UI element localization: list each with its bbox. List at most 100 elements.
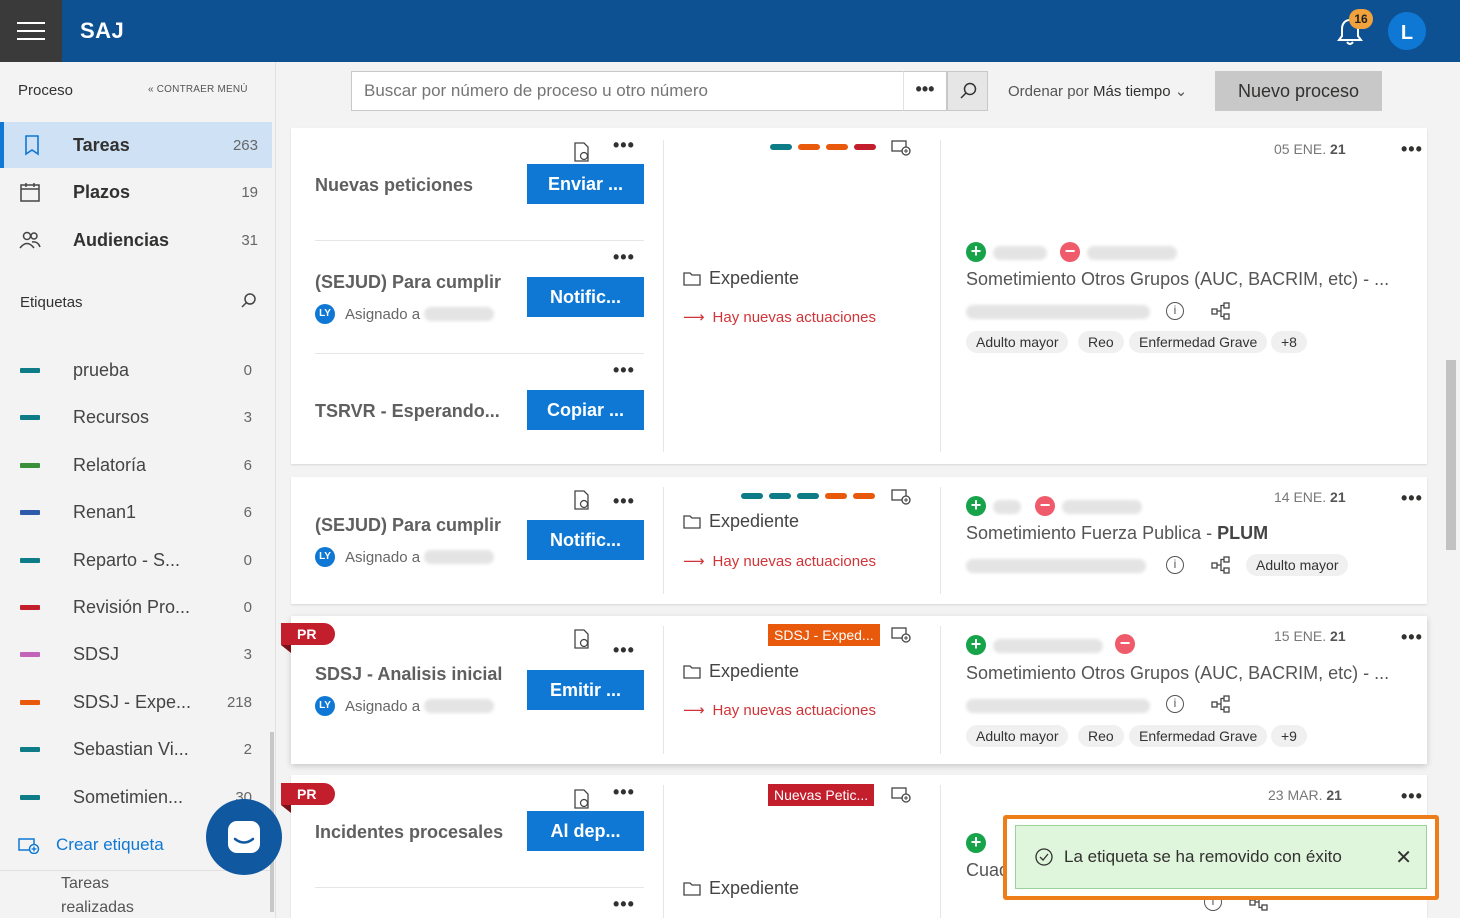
case-pill: Adulto mayor	[1246, 554, 1349, 576]
tag-color-mark	[826, 144, 848, 150]
info-icon[interactable]: i	[1166, 556, 1184, 574]
priority-flag: PR	[281, 623, 335, 653]
collapse-menu-button[interactable]: « CONTRAER MENÚ	[148, 84, 248, 95]
tag-item[interactable]: Relatoría 6	[0, 443, 272, 489]
tag-color-swatch	[20, 747, 40, 753]
user-avatar[interactable]: L	[1386, 10, 1428, 52]
hamburger-menu-button[interactable]	[0, 0, 62, 62]
remove-party-icon[interactable]: −	[1115, 634, 1135, 654]
task-title: (SEJUD) Para cumplir	[315, 272, 502, 292]
toast-message: La etiqueta se ha removido con éxito	[1064, 847, 1342, 866]
chat-button[interactable]	[206, 799, 282, 875]
case-subject: Sometimiento Fuerza Publica - PLUM	[966, 523, 1269, 543]
more-options-icon[interactable]: •••	[613, 136, 635, 154]
tag-item[interactable]: prueba 0	[0, 348, 272, 394]
nav-item-audiencias[interactable]: Audiencias 31	[0, 217, 272, 263]
people-icon	[19, 231, 41, 249]
add-tag-icon	[18, 838, 40, 854]
success-toast: La etiqueta se ha removido con éxito ✕	[1015, 825, 1427, 889]
task-action-button[interactable]: Notific...	[527, 277, 644, 317]
add-party-icon[interactable]: +	[966, 833, 986, 853]
remove-party-icon[interactable]: −	[1060, 242, 1080, 262]
task-action-button[interactable]: Enviar ...	[527, 164, 644, 204]
share-icon[interactable]	[1211, 301, 1231, 321]
more-options-icon[interactable]: •••	[1401, 628, 1423, 646]
expediente-link[interactable]: Expediente	[683, 661, 799, 682]
close-icon[interactable]: ✕	[1395, 845, 1412, 870]
new-actions-link[interactable]: ⟶ Hay nuevas actuaciones	[683, 701, 876, 720]
more-options-icon[interactable]: •••	[613, 783, 635, 801]
tag-item[interactable]: SDSJ 3	[0, 632, 272, 678]
tag-count: 0	[243, 362, 252, 379]
folder-icon	[683, 881, 701, 896]
case-tag-chip[interactable]: Nuevas Petic...	[768, 784, 875, 806]
case-pill: Adulto mayor	[966, 725, 1069, 747]
sort-dropdown[interactable]: Ordenar por Más tiempo ⌄	[1008, 82, 1187, 100]
search-button[interactable]	[947, 71, 988, 111]
search-input[interactable]	[351, 71, 903, 111]
more-options-icon[interactable]: •••	[613, 361, 635, 379]
assigned-to: LY Asignado a	[315, 304, 495, 324]
more-options-icon[interactable]: •••	[613, 895, 635, 913]
info-icon[interactable]: i	[1166, 695, 1184, 713]
task-title: SDSJ - Analisis inicial	[315, 664, 503, 684]
new-actions-link[interactable]: ⟶ Hay nuevas actuaciones	[683, 552, 876, 571]
tag-count: 0	[243, 551, 252, 569]
assigned-to: LY Asignado a	[315, 547, 495, 567]
more-options-icon[interactable]: •••	[613, 248, 635, 266]
nav-item-plazos[interactable]: Plazos 19	[0, 169, 272, 215]
search-icon[interactable]	[240, 292, 258, 310]
tag-item[interactable]: Recursos 3	[0, 395, 272, 441]
more-options-icon[interactable]: •••	[1401, 140, 1423, 158]
process-card[interactable]: ••• (SEJUD) Para cumplir LY Asignado a No…	[291, 477, 1427, 604]
tag-item[interactable]: Sebastian Vi... 2	[0, 727, 272, 773]
expediente-link[interactable]: Expediente	[683, 268, 799, 289]
add-tag-icon[interactable]	[891, 139, 911, 157]
create-tag-button[interactable]: Crear etiqueta	[18, 835, 164, 855]
more-options-icon[interactable]: •••	[613, 641, 635, 659]
document-icon[interactable]	[573, 490, 591, 510]
add-tag-icon[interactable]	[891, 488, 911, 506]
add-party-icon[interactable]: +	[966, 242, 986, 262]
info-icon[interactable]: i	[1166, 302, 1184, 320]
priority-flag: PR	[281, 783, 335, 813]
folder-icon	[683, 514, 701, 529]
more-pills[interactable]: +9	[1271, 725, 1307, 747]
task-action-button[interactable]: Emitir ...	[527, 670, 644, 710]
more-options-icon[interactable]: •••	[613, 492, 635, 510]
tag-item[interactable]: Revisión Pro... 0	[0, 585, 272, 631]
nav-item-tareas[interactable]: Tareas 263	[0, 122, 272, 168]
new-process-button[interactable]: Nuevo proceso	[1215, 71, 1382, 111]
expediente-link[interactable]: Expediente	[683, 511, 799, 532]
more-options-icon[interactable]: •••	[1401, 489, 1423, 507]
task-action-button[interactable]: Notific...	[527, 520, 644, 560]
document-icon[interactable]	[573, 629, 591, 649]
search-more-button[interactable]: •••	[903, 71, 947, 111]
add-party-icon[interactable]: +	[966, 496, 986, 516]
tag-color-bar	[741, 493, 875, 499]
tag-item[interactable]: Reparto - S... 0	[0, 538, 272, 584]
share-icon[interactable]	[1211, 694, 1231, 714]
more-options-icon[interactable]: •••	[1401, 787, 1423, 805]
process-card[interactable]: ••• Nuevas peticiones Enviar ... ••• (SE…	[291, 128, 1427, 464]
share-icon[interactable]	[1211, 555, 1231, 575]
sidebar-header: Proceso	[18, 82, 74, 99]
new-actions-link[interactable]: ⟶ Hay nuevas actuaciones	[683, 308, 876, 327]
tag-item[interactable]: SDSJ - Expe... 218	[0, 680, 272, 726]
document-icon[interactable]	[573, 789, 591, 809]
add-tag-icon[interactable]	[891, 786, 911, 804]
main-scroll-thumb[interactable]	[1446, 360, 1456, 550]
remove-party-icon[interactable]: −	[1035, 496, 1055, 516]
task-action-button[interactable]: Al dep...	[527, 811, 644, 851]
add-party-icon[interactable]: +	[966, 635, 986, 655]
done-tasks-link[interactable]: Tareas realizadas	[61, 872, 141, 918]
expediente-link[interactable]: Expediente	[683, 878, 799, 899]
process-card[interactable]: ••• SDSJ - Analisis inicial LY Asignado a…	[291, 616, 1427, 764]
document-icon[interactable]	[573, 142, 591, 162]
case-tag-chip[interactable]: SDSJ - Exped...	[768, 624, 880, 646]
add-tag-icon[interactable]	[891, 626, 911, 644]
tag-color-mark	[854, 144, 876, 150]
more-pills[interactable]: +8	[1271, 331, 1307, 353]
tag-item[interactable]: Renan1 6	[0, 490, 272, 536]
task-action-button[interactable]: Copiar ...	[527, 390, 644, 430]
